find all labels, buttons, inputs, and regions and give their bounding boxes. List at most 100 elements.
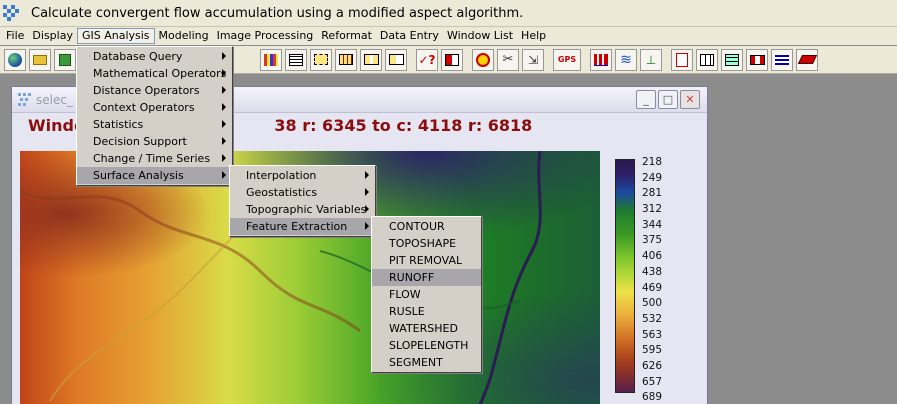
menu-item-label: Surface Analysis [93, 169, 184, 182]
menu-gis-analysis[interactable]: GIS Analysis [76, 28, 155, 44]
menu-item-toposhape[interactable]: TOPOSHAPE [372, 235, 481, 252]
menu-item-label: Change / Time Series [93, 152, 211, 165]
menu-reformat[interactable]: Reformat [317, 28, 376, 44]
menu-item-label: Statistics [93, 118, 144, 131]
menu-item-context-operators[interactable]: Context Operators [77, 99, 232, 116]
menu-window-list[interactable]: Window List [443, 28, 517, 44]
open-folder-icon[interactable] [29, 48, 51, 71]
menu-item-geostatistics[interactable]: Geostatistics [230, 184, 375, 201]
menu-bar: File Display GIS Analysis Modeling Image… [0, 27, 897, 45]
legend-label: 500 [642, 297, 663, 310]
app-icon [3, 5, 19, 21]
list-icon[interactable] [771, 48, 793, 71]
legend-label: 375 [642, 234, 663, 247]
add-layer-icon[interactable] [54, 48, 76, 71]
submenu-arrow-icon [222, 171, 226, 179]
legend-label: 689 [642, 391, 663, 404]
menu-item-contour[interactable]: CONTOUR [372, 218, 481, 235]
gis-analysis-menu: Database Query Mathematical Operators Di… [76, 46, 233, 186]
submenu-arrow-icon [222, 154, 226, 162]
database-icon[interactable] [721, 48, 743, 71]
menu-item-rusle[interactable]: RUSLE [372, 303, 481, 320]
maximize-button[interactable]: □ [658, 90, 678, 109]
table-icon[interactable] [696, 48, 718, 71]
legend-label: 563 [642, 328, 663, 341]
legend-label: 249 [642, 171, 663, 184]
box-link-icon[interactable] [360, 48, 382, 71]
exit-icon[interactable] [671, 48, 693, 71]
legend-label: 657 [642, 375, 663, 388]
layer-icon[interactable] [796, 48, 818, 71]
menu-item-label: Mathematical Operators [93, 67, 227, 80]
legend-label: 595 [642, 344, 663, 357]
menu-image-processing[interactable]: Image Processing [213, 28, 318, 44]
submenu-arrow-icon [222, 120, 226, 128]
flow-box-icon[interactable] [385, 48, 407, 71]
target-icon[interactable] [472, 48, 494, 71]
close-button[interactable]: ✕ [680, 90, 700, 109]
menu-item-interpolation[interactable]: Interpolation [230, 167, 375, 184]
menu-item-decision-support[interactable]: Decision Support [77, 133, 232, 150]
menu-item-mathematical-operators[interactable]: Mathematical Operators [77, 65, 232, 82]
gps-button[interactable]: GPS [553, 48, 581, 71]
menu-item-surface-analysis[interactable]: Surface Analysis [77, 167, 232, 184]
legend-label: 438 [642, 265, 663, 278]
menu-item-pit-removal[interactable]: PIT REMOVAL [372, 252, 481, 269]
legend-color-bar [615, 159, 635, 393]
menu-item-slopelength[interactable]: SLOPELENGTH [372, 337, 481, 354]
open-raster-icon[interactable] [4, 48, 26, 71]
grid-select-icon[interactable] [335, 48, 357, 71]
legend-label: 532 [642, 312, 663, 325]
legend-label: 344 [642, 218, 663, 231]
link-icon[interactable] [746, 48, 768, 71]
menu-modeling[interactable]: Modeling [155, 28, 213, 44]
menu-item-label: Decision Support [93, 135, 187, 148]
menu-item-label: Interpolation [246, 169, 317, 182]
legend-label: 626 [642, 359, 663, 372]
menu-item-statistics[interactable]: Statistics [77, 116, 232, 133]
submenu-arrow-icon [365, 188, 369, 196]
menu-item-runoff[interactable]: RUNOFF [372, 269, 481, 286]
feature-extraction-menu: CONTOUR TOPOSHAPE PIT REMOVAL RUNOFF FLO… [371, 216, 482, 373]
histogram-icon[interactable] [590, 48, 612, 71]
legend-label: 406 [642, 250, 663, 263]
submenu-arrow-icon [365, 205, 369, 213]
select-icon[interactable] [310, 48, 332, 71]
profile-icon[interactable]: ⊥ [640, 48, 662, 71]
menu-item-feature-extraction[interactable]: Feature Extraction [230, 218, 375, 235]
title-bar: Calculate convergent flow accumulation u… [0, 0, 897, 27]
legend-label: 281 [642, 187, 663, 200]
legend-labels: 218 249 281 312 344 375 406 438 469 500 … [642, 155, 682, 404]
legend-label: 312 [642, 203, 663, 216]
add-data-icon[interactable] [441, 48, 463, 71]
menu-item-segment[interactable]: SEGMENT [372, 354, 481, 371]
legend-label: 469 [642, 281, 663, 294]
menu-item-label: Distance Operators [93, 84, 200, 97]
menu-item-watershed[interactable]: WATERSHED [372, 320, 481, 337]
metadata-sheet-icon[interactable] [285, 48, 307, 71]
menu-item-label: Context Operators [93, 101, 195, 114]
minimize-button[interactable]: _ [636, 90, 656, 109]
submenu-arrow-icon [365, 171, 369, 179]
menu-item-label: Topographic Variables [246, 203, 367, 216]
menu-item-label: Geostatistics [246, 186, 318, 199]
tools-icon[interactable]: ✂ [497, 48, 519, 71]
composite-color-icon[interactable] [260, 48, 282, 71]
menu-item-distance-operators[interactable]: Distance Operators [77, 82, 232, 99]
import-icon[interactable]: ⇲ [522, 48, 544, 71]
menu-item-label: Feature Extraction [246, 220, 348, 233]
menu-file[interactable]: File [2, 28, 28, 44]
query-icon[interactable]: ✓? [416, 48, 438, 71]
waves-icon[interactable]: ≋ [615, 48, 637, 71]
menu-item-change-time-series[interactable]: Change / Time Series [77, 150, 232, 167]
menu-item-label: Database Query [93, 50, 183, 63]
menu-display[interactable]: Display [28, 28, 77, 44]
menu-help[interactable]: Help [517, 28, 550, 44]
menu-item-database-query[interactable]: Database Query [77, 48, 232, 65]
surface-analysis-menu: Interpolation Geostatistics Topographic … [229, 165, 376, 237]
menu-item-flow[interactable]: FLOW [372, 286, 481, 303]
image-window-title: selec_ [36, 93, 73, 107]
submenu-arrow-icon [365, 222, 369, 230]
menu-data-entry[interactable]: Data Entry [376, 28, 443, 44]
menu-item-topographic-variables[interactable]: Topographic Variables [230, 201, 375, 218]
